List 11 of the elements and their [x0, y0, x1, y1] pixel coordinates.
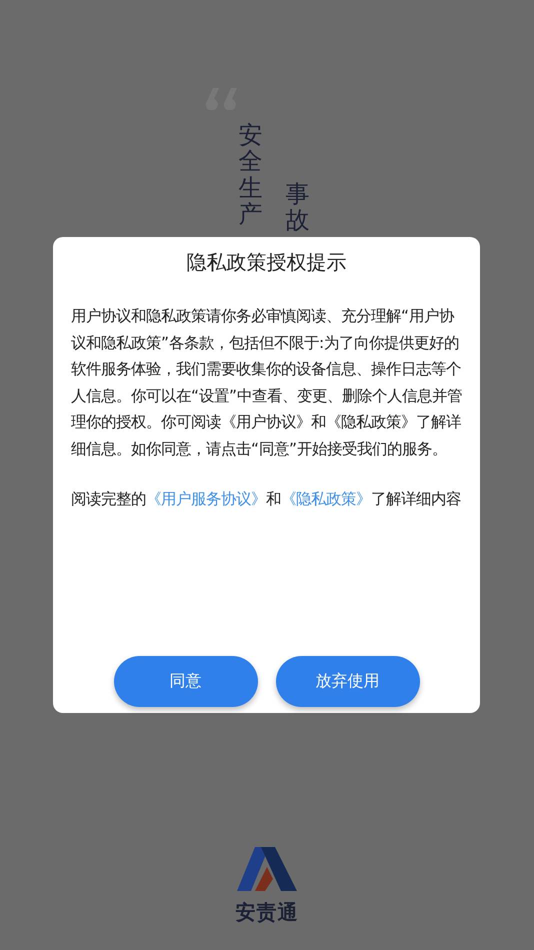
- agree-button[interactable]: 同意: [114, 656, 258, 707]
- dialog-title: 隐私政策授权提示: [186, 249, 348, 275]
- slogan-text: 安全生产: [238, 122, 262, 230]
- decline-button[interactable]: 放弃使用: [276, 656, 420, 707]
- read-more-text: 阅读完整的《用户服务协议》和《隐私政策》了解详细内容: [71, 489, 462, 510]
- policy-text: 用户协议和隐私政策请你务必审慎阅读、充分理解“用户协议和隐私政策”各条款，包括但不限于:为了向你提供更好的软件服务体验，我们需要收集你的设备信息、操作日志等个人信息。你可以在“设置”中查看、变更、删除个人信息并管理你的授权。你可阅读《用户协议》和《隐私政策》了解详细信息。如你同意，请点击“同意”开始接受我们的服务。: [71, 306, 462, 460]
- policy-link[interactable]: 《用户服务协议》: [146, 490, 266, 508]
- slogan-text: 事故: [286, 181, 310, 236]
- logo-icon: [235, 845, 299, 893]
- app-name: 安责通: [236, 899, 298, 926]
- policy-link[interactable]: 《隐私政策》: [281, 490, 371, 508]
